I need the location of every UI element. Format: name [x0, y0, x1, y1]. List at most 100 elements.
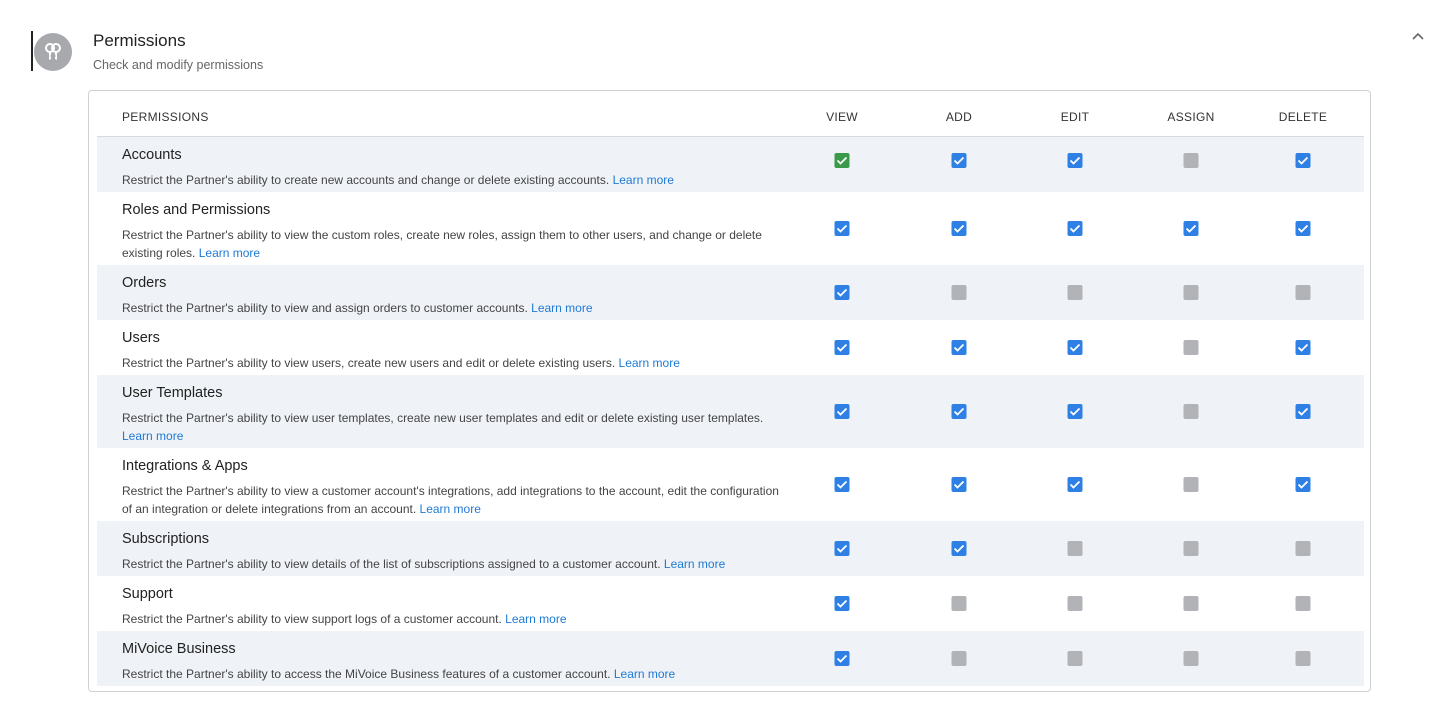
delete-checkbox[interactable]	[1295, 285, 1311, 300]
assign-checkbox[interactable]	[1183, 285, 1199, 300]
keys-icon	[34, 33, 72, 71]
column-header-view: VIEW	[826, 110, 858, 124]
assign-checkbox[interactable]	[1183, 404, 1199, 419]
permission-title: MiVoice Business	[122, 641, 236, 657]
view-checkbox[interactable]	[834, 596, 850, 611]
add-checkbox[interactable]	[951, 404, 967, 419]
add-checkbox[interactable]	[951, 153, 967, 168]
table-row: Integrations & Apps Restrict the Partner'…	[97, 448, 1364, 521]
permission-title: Subscriptions	[122, 531, 210, 547]
permission-title: Support	[122, 586, 173, 602]
column-header-edit: EDIT	[1060, 110, 1090, 124]
assign-checkbox[interactable]	[1183, 221, 1199, 236]
add-checkbox[interactable]	[951, 340, 967, 355]
table-header: PERMISSIONS VIEW ADD EDIT ASSIGN DELETE	[97, 91, 1364, 137]
edit-checkbox[interactable]	[1067, 285, 1083, 300]
permission-title: Accounts	[122, 147, 182, 163]
chevron-up-icon[interactable]	[1408, 26, 1428, 46]
learn-more-link[interactable]: Learn more	[619, 356, 680, 370]
view-checkbox[interactable]	[834, 153, 850, 168]
table-row: Users Restrict the Partner's ability to v…	[97, 320, 1364, 375]
permission-description-text: Restrict the Partner's ability to view a…	[122, 301, 528, 315]
view-checkbox[interactable]	[834, 340, 850, 355]
table-body: Accounts Restrict the Partner's ability t…	[97, 137, 1364, 686]
page-subtitle: Check and modify permissions	[93, 58, 264, 72]
permission-description-text: Restrict the Partner's ability to view u…	[122, 411, 764, 425]
learn-more-link[interactable]: Learn more	[531, 301, 592, 315]
column-header-permissions: PERMISSIONS	[122, 110, 209, 124]
permission-title: Roles and Permissions	[122, 202, 271, 218]
learn-more-link[interactable]: Learn more	[122, 429, 183, 443]
delete-checkbox[interactable]	[1295, 596, 1311, 611]
delete-checkbox[interactable]	[1295, 477, 1311, 492]
add-checkbox[interactable]	[951, 477, 967, 492]
permission-description: Restrict the Partner's ability to access…	[122, 665, 782, 683]
table-row: User Templates Restrict the Partner's abi…	[97, 375, 1364, 448]
permission-description: Restrict the Partner's ability to view t…	[122, 226, 782, 262]
assign-checkbox[interactable]	[1183, 153, 1199, 168]
learn-more-link[interactable]: Learn more	[613, 173, 674, 187]
column-header-delete: DELETE	[1278, 110, 1328, 124]
delete-checkbox[interactable]	[1295, 221, 1311, 236]
permission-title: Integrations & Apps	[122, 458, 248, 474]
table-row: MiVoice Business Restrict the Partner's a…	[97, 631, 1364, 686]
assign-checkbox[interactable]	[1183, 340, 1199, 355]
permission-description-text: Restrict the Partner's ability to view d…	[122, 557, 661, 571]
table-row: Subscriptions Restrict the Partner's abil…	[97, 521, 1364, 576]
edit-checkbox[interactable]	[1067, 221, 1083, 236]
add-checkbox[interactable]	[951, 541, 967, 556]
permission-description: Restrict the Partner's ability to create…	[122, 171, 782, 189]
edit-checkbox[interactable]	[1067, 541, 1083, 556]
permission-description: Restrict the Partner's ability to view a…	[122, 299, 782, 317]
view-checkbox[interactable]	[834, 651, 850, 666]
permissions-page: Permissions Check and modify permissions…	[0, 0, 1433, 711]
delete-checkbox[interactable]	[1295, 340, 1311, 355]
learn-more-link[interactable]: Learn more	[614, 667, 675, 681]
edit-checkbox[interactable]	[1067, 153, 1083, 168]
add-checkbox[interactable]	[951, 221, 967, 236]
permission-description: Restrict the Partner's ability to view u…	[122, 354, 782, 372]
section-accent-bar	[31, 31, 33, 71]
learn-more-link[interactable]: Learn more	[420, 502, 481, 516]
permission-description-text: Restrict the Partner's ability to view u…	[122, 356, 616, 370]
delete-checkbox[interactable]	[1295, 541, 1311, 556]
delete-checkbox[interactable]	[1295, 404, 1311, 419]
table-row: Accounts Restrict the Partner's ability t…	[97, 137, 1364, 192]
view-checkbox[interactable]	[834, 477, 850, 492]
table-row: Roles and Permissions Restrict the Partne…	[97, 192, 1364, 265]
assign-checkbox[interactable]	[1183, 477, 1199, 492]
permission-description-text: Restrict the Partner's ability to view s…	[122, 612, 502, 626]
permission-description-text: Restrict the Partner's ability to create…	[122, 173, 610, 187]
table-row: Orders Restrict the Partner's ability to …	[97, 265, 1364, 320]
table-row: Support Restrict the Partner's ability to…	[97, 576, 1364, 631]
edit-checkbox[interactable]	[1067, 340, 1083, 355]
permission-title: Users	[122, 330, 160, 346]
assign-checkbox[interactable]	[1183, 651, 1199, 666]
delete-checkbox[interactable]	[1295, 153, 1311, 168]
permission-description-text: Restrict the Partner's ability to access…	[122, 667, 611, 681]
learn-more-link[interactable]: Learn more	[664, 557, 725, 571]
learn-more-link[interactable]: Learn more	[505, 612, 566, 626]
permissions-table: PERMISSIONS VIEW ADD EDIT ASSIGN DELETE …	[88, 90, 1371, 692]
edit-checkbox[interactable]	[1067, 477, 1083, 492]
edit-checkbox[interactable]	[1067, 596, 1083, 611]
view-checkbox[interactable]	[834, 541, 850, 556]
add-checkbox[interactable]	[951, 285, 967, 300]
permission-description: Restrict the Partner's ability to view s…	[122, 610, 782, 628]
assign-checkbox[interactable]	[1183, 541, 1199, 556]
view-checkbox[interactable]	[834, 285, 850, 300]
learn-more-link[interactable]: Learn more	[199, 246, 260, 260]
add-checkbox[interactable]	[951, 651, 967, 666]
add-checkbox[interactable]	[951, 596, 967, 611]
page-title: Permissions	[93, 31, 186, 50]
permission-title: Orders	[122, 275, 167, 291]
edit-checkbox[interactable]	[1067, 651, 1083, 666]
edit-checkbox[interactable]	[1067, 404, 1083, 419]
column-header-assign: ASSIGN	[1167, 110, 1215, 124]
permission-description: Restrict the Partner's ability to view u…	[122, 409, 782, 445]
column-header-add: ADD	[945, 110, 973, 124]
assign-checkbox[interactable]	[1183, 596, 1199, 611]
delete-checkbox[interactable]	[1295, 651, 1311, 666]
view-checkbox[interactable]	[834, 404, 850, 419]
view-checkbox[interactable]	[834, 221, 850, 236]
